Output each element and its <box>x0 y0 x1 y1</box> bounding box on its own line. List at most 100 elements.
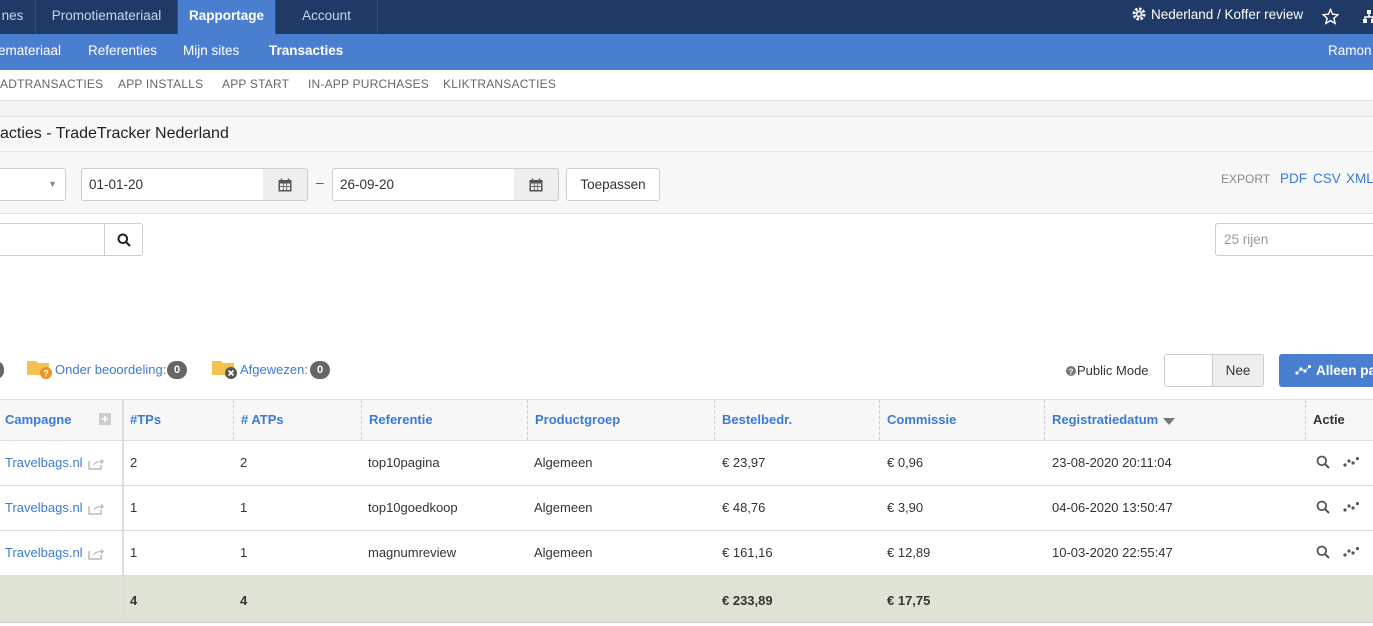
referentie-cell: magnumreview <box>368 545 457 560</box>
search-icon <box>117 233 131 247</box>
tps-cell: 1 <box>130 545 138 560</box>
tab-rapportage[interactable]: Rapportage <box>178 0 276 34</box>
page-title: acties - TradeTracker Nederland <box>0 125 229 142</box>
svg-text:?: ? <box>43 369 49 379</box>
rejected-link[interactable]: Afgewezen: <box>240 362 308 377</box>
folder-rejected-icon <box>212 361 237 379</box>
search-icon[interactable] <box>1316 545 1330 559</box>
atps-cell: 2 <box>240 455 248 470</box>
referentie-cell: top10pagina <box>368 455 440 470</box>
total-bestelbedrag: € 233,89 <box>722 593 773 608</box>
subnav-promotiemateriaal[interactable]: emateriaal <box>0 34 61 70</box>
site-selector-label: Nederland / Koffer review <box>1151 7 1304 22</box>
total-commissie: € 17,75 <box>887 593 931 608</box>
only-button[interactable]: Alleen pa <box>1279 354 1373 387</box>
user-name[interactable]: Ramon <box>1328 34 1372 70</box>
totals-row: 4 4 € 233,89 € 17,75 <box>0 576 1373 623</box>
datum-cell: 04-06-2020 13:50:47 <box>1052 500 1173 515</box>
col-campagne-label: Campagne <box>5 412 72 427</box>
atps-cell: 1 <box>240 545 248 560</box>
tab-app-start[interactable]: APP START <box>222 70 289 100</box>
site-selector[interactable]: Nederland / Koffer review <box>1131 0 1303 34</box>
search-icon[interactable] <box>1316 500 1330 514</box>
chevron-down-icon: ▼ <box>48 179 57 189</box>
top-navigation: nes Promotiemateriaal Rapportage Account… <box>0 0 1373 34</box>
tab-app-installs[interactable]: APP INSTALLS <box>118 70 203 100</box>
public-mode-value: Nee <box>1212 355 1263 386</box>
productgroep-cell: Algemeen <box>534 545 593 560</box>
date-to-calendar-button[interactable] <box>514 168 559 201</box>
campaign-link[interactable]: Travelbags.nl <box>0 531 83 575</box>
sub-navigation: emateriaal Referenties Mijn sites Transa… <box>0 34 1373 70</box>
tab-promotiemateriaal[interactable]: Promotiemateriaal <box>36 0 178 34</box>
apply-button[interactable]: Toepassen <box>566 168 660 201</box>
table-row: Travelbags.nl 1 1 magnumreview Algemeen … <box>0 531 1373 576</box>
subnav-mijn-sites[interactable]: Mijn sites <box>183 34 239 70</box>
only-button-label: Alleen pa <box>1316 363 1373 378</box>
export-xml-link[interactable]: XML <box>1346 171 1373 186</box>
network-icon[interactable] <box>1363 10 1373 24</box>
date-from-calendar-button[interactable] <box>263 168 308 201</box>
star-icon[interactable] <box>1322 8 1339 25</box>
share-icon[interactable] <box>88 502 104 515</box>
col-bestelbedrag[interactable]: Bestelbedr. <box>714 400 879 440</box>
share-icon[interactable] <box>88 457 104 470</box>
productgroep-cell: Algemeen <box>534 500 593 515</box>
public-mode-toggle[interactable]: Nee <box>1164 354 1264 387</box>
search-input[interactable] <box>0 223 105 256</box>
trend-icon[interactable] <box>1343 502 1359 512</box>
total-atps: 4 <box>240 593 248 608</box>
calendar-icon <box>278 178 292 192</box>
status-summary: ? Onder beoordeling: 0 Afgewezen: 0 ? Pub… <box>0 339 1373 399</box>
col-productgroep[interactable]: Productgroep <box>527 400 714 440</box>
trend-icon[interactable] <box>1343 547 1359 557</box>
campaign-link[interactable]: Travelbags.nl <box>0 441 83 485</box>
calendar-icon <box>529 178 543 192</box>
total-tps: 4 <box>130 593 138 608</box>
filter-bar: ▼ 01-01-20 – 26-09-20 Toepassen EXPORT P… <box>0 152 1373 214</box>
sort-desc-icon[interactable] <box>1163 418 1175 425</box>
under-review-link[interactable]: Onder beoordeling: <box>55 362 166 377</box>
tab-account[interactable]: Account <box>276 0 378 34</box>
col-atps[interactable]: # ATPs <box>233 400 360 440</box>
search-icon[interactable] <box>1316 455 1330 469</box>
productgroep-cell: Algemeen <box>534 455 593 470</box>
subnav-transacties[interactable]: Transacties <box>269 34 343 70</box>
rows-per-page-select[interactable]: 25 rijen <box>1215 223 1373 256</box>
tab-nes[interactable]: nes <box>0 0 36 34</box>
campaign-link[interactable]: Travelbags.nl <box>0 486 83 530</box>
under-review-count: 0 <box>167 361 187 379</box>
export-csv-link[interactable]: CSV <box>1313 171 1341 186</box>
subnav-referenties[interactable]: Referenties <box>88 34 157 70</box>
bestelbedrag-cell: € 23,97 <box>722 455 766 470</box>
date-from-input[interactable]: 01-01-20 <box>81 168 264 201</box>
help-icon: ? <box>1066 366 1076 376</box>
col-tps[interactable]: #TPs <box>123 400 233 440</box>
col-commissie[interactable]: Commissie <box>879 400 1044 440</box>
col-campagne[interactable]: Campagne <box>0 400 122 440</box>
plus-box-icon[interactable] <box>99 413 111 425</box>
tps-cell: 1 <box>130 500 138 515</box>
bestelbedrag-cell: € 48,76 <box>722 500 766 515</box>
date-to-input[interactable]: 26-09-20 <box>332 168 515 201</box>
trend-icon <box>1295 365 1312 375</box>
commissie-cell: € 0,96 <box>887 455 924 470</box>
tab-leadtransacties[interactable]: ADTRANSACTIES <box>0 70 103 100</box>
search-row: 25 rijen <box>0 214 1373 339</box>
commissie-cell: € 12,89 <box>887 545 931 560</box>
tab-in-app-purchases[interactable]: IN-APP PURCHASES <box>308 70 429 100</box>
filter-select[interactable]: ▼ <box>0 168 66 201</box>
search-button[interactable] <box>104 223 143 256</box>
export-label: EXPORT <box>1221 172 1271 186</box>
col-registratiedatum-label: Registratiedatum <box>1052 412 1159 427</box>
tab-kliktransacties[interactable]: KLIKTRANSACTIES <box>443 70 556 100</box>
col-registratiedatum[interactable]: Registratiedatum <box>1044 400 1305 440</box>
rejected-count: 0 <box>310 361 330 379</box>
col-referentie[interactable]: Referentie <box>361 400 527 440</box>
trend-icon[interactable] <box>1343 457 1359 467</box>
export-pdf-link[interactable]: PDF <box>1280 171 1307 186</box>
share-icon[interactable] <box>88 547 104 560</box>
table-row: Travelbags.nl 1 1 top10goedkoop Algemeen… <box>0 486 1373 531</box>
date-range-separator: – <box>316 174 324 190</box>
count-badge <box>0 361 4 379</box>
